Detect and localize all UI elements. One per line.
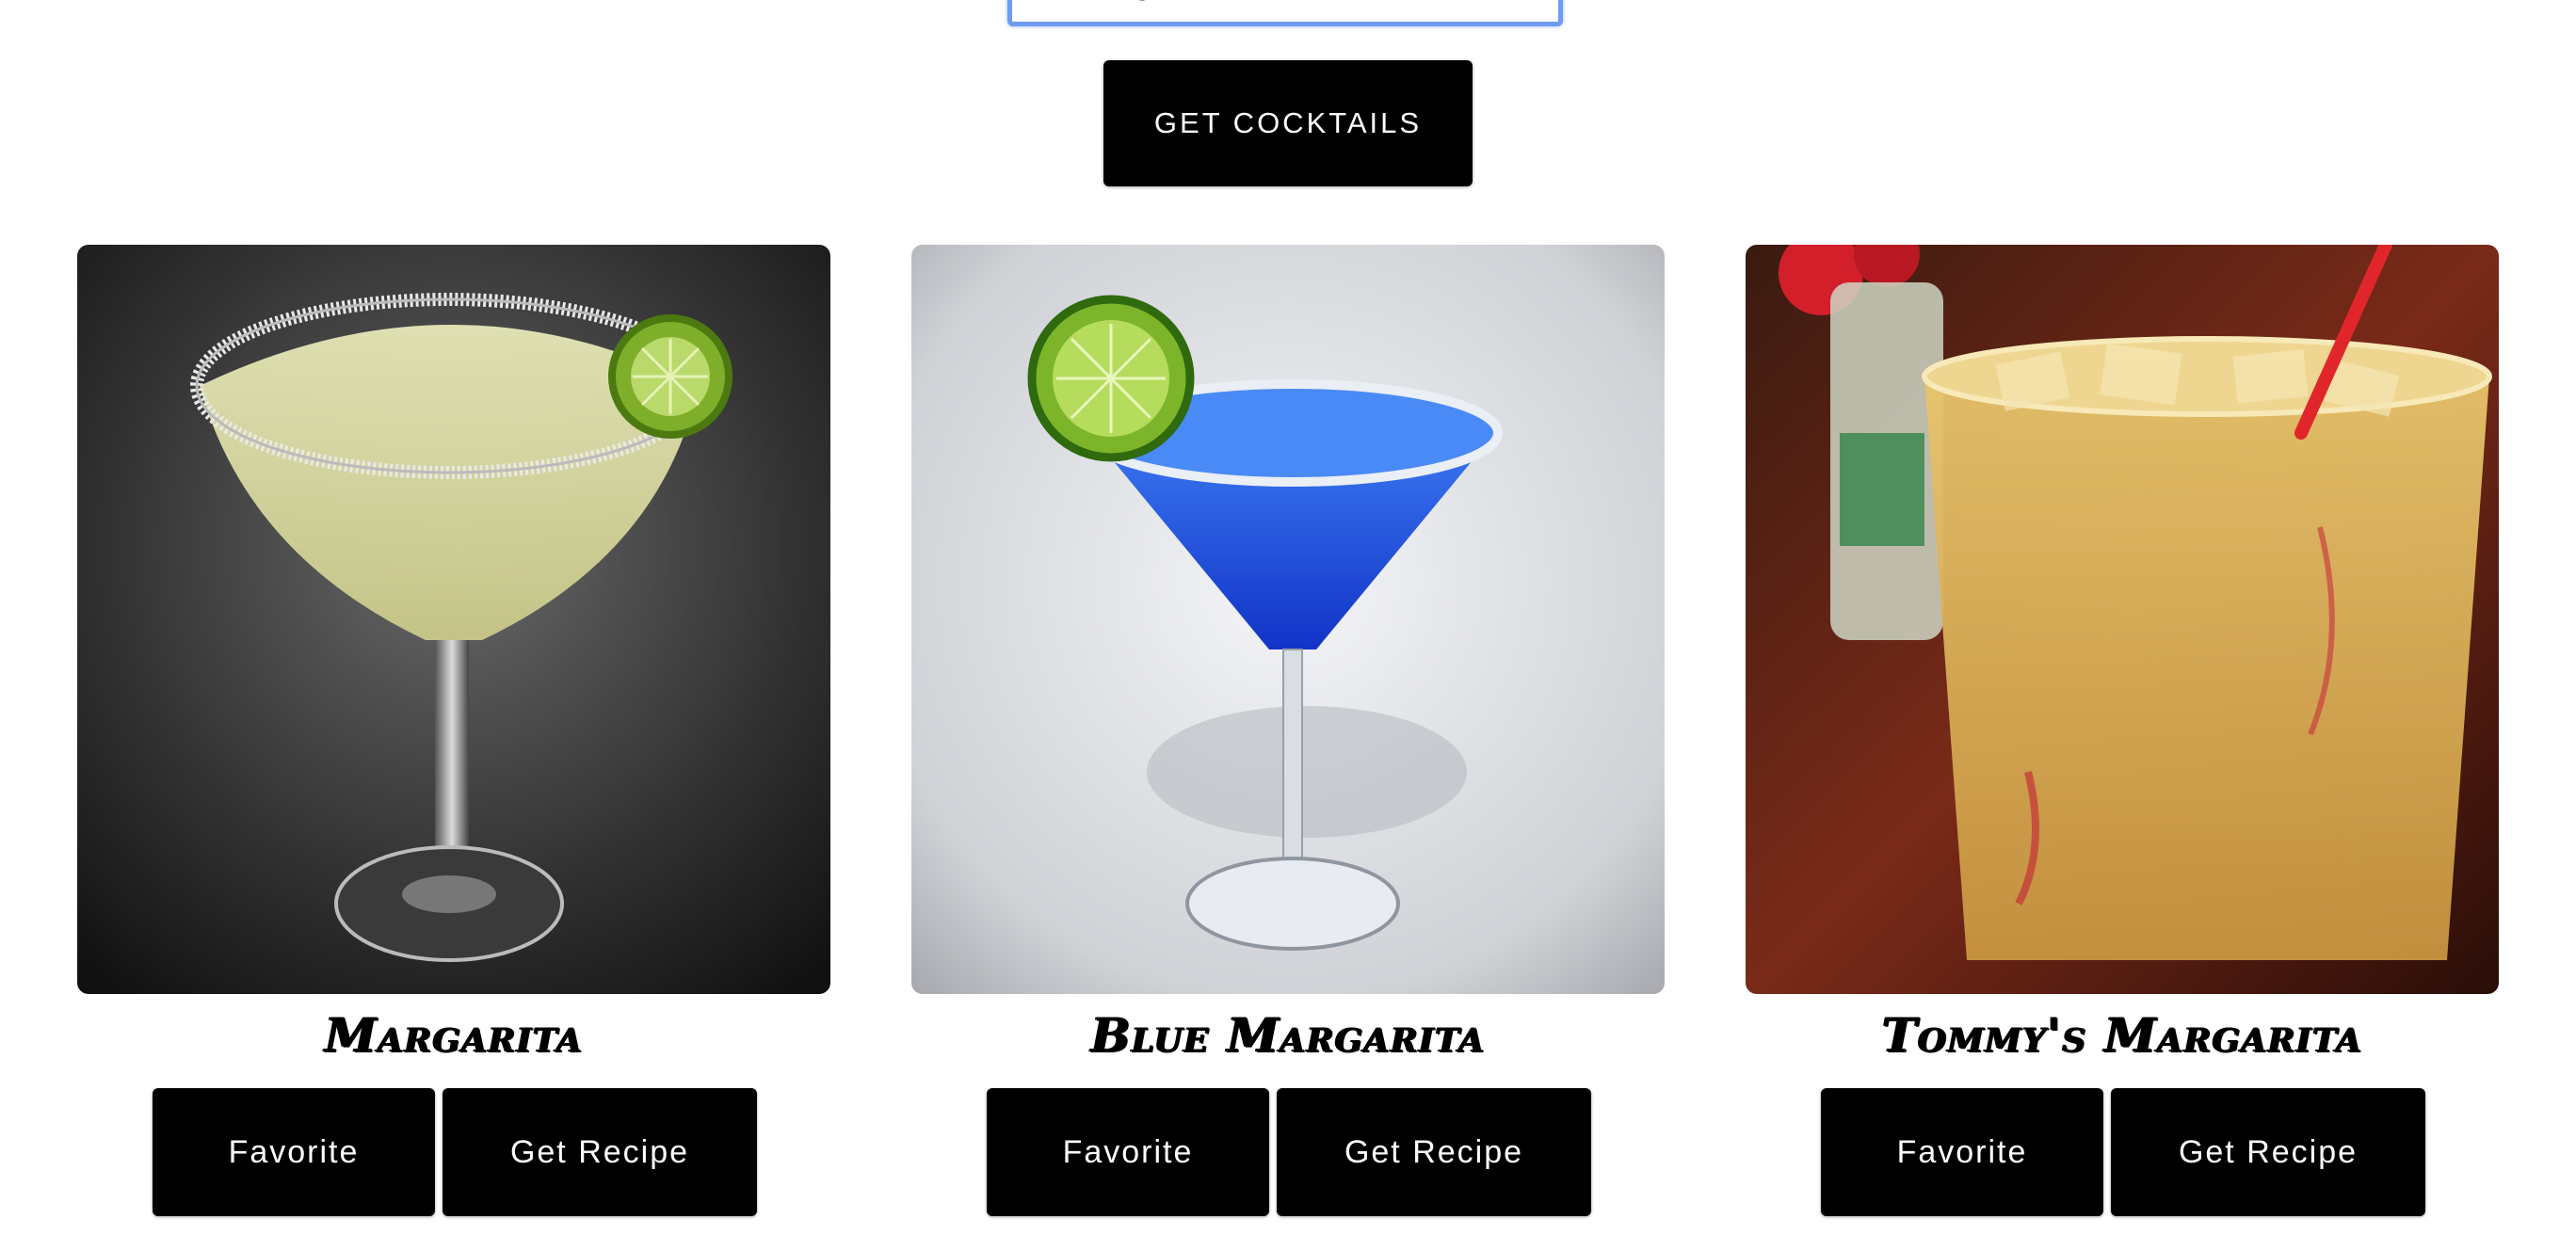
search-input[interactable] — [1007, 0, 1563, 26]
margarita-photo[interactable] — [77, 245, 830, 994]
favorite-button[interactable]: Favorite — [1821, 1088, 2103, 1216]
cocktail-title: Margarita — [324, 1007, 584, 1063]
favorite-button[interactable]: Favorite — [987, 1088, 1269, 1216]
get-recipe-button[interactable]: Get Recipe — [443, 1088, 757, 1216]
get-recipe-button[interactable]: Get Recipe — [2111, 1088, 2425, 1216]
get-recipe-button[interactable]: Get Recipe — [1277, 1088, 1591, 1216]
blue-margarita-photo[interactable] — [911, 245, 1665, 994]
tommys-margarita-photo[interactable] — [1746, 245, 2499, 994]
favorite-button[interactable]: Favorite — [153, 1088, 435, 1216]
get-cocktails-button[interactable]: Get Cocktails — [1103, 60, 1473, 186]
cocktail-title: Blue Margarita — [1090, 1007, 1486, 1063]
cocktail-title: Tommy's Margarita — [1881, 1007, 2363, 1063]
